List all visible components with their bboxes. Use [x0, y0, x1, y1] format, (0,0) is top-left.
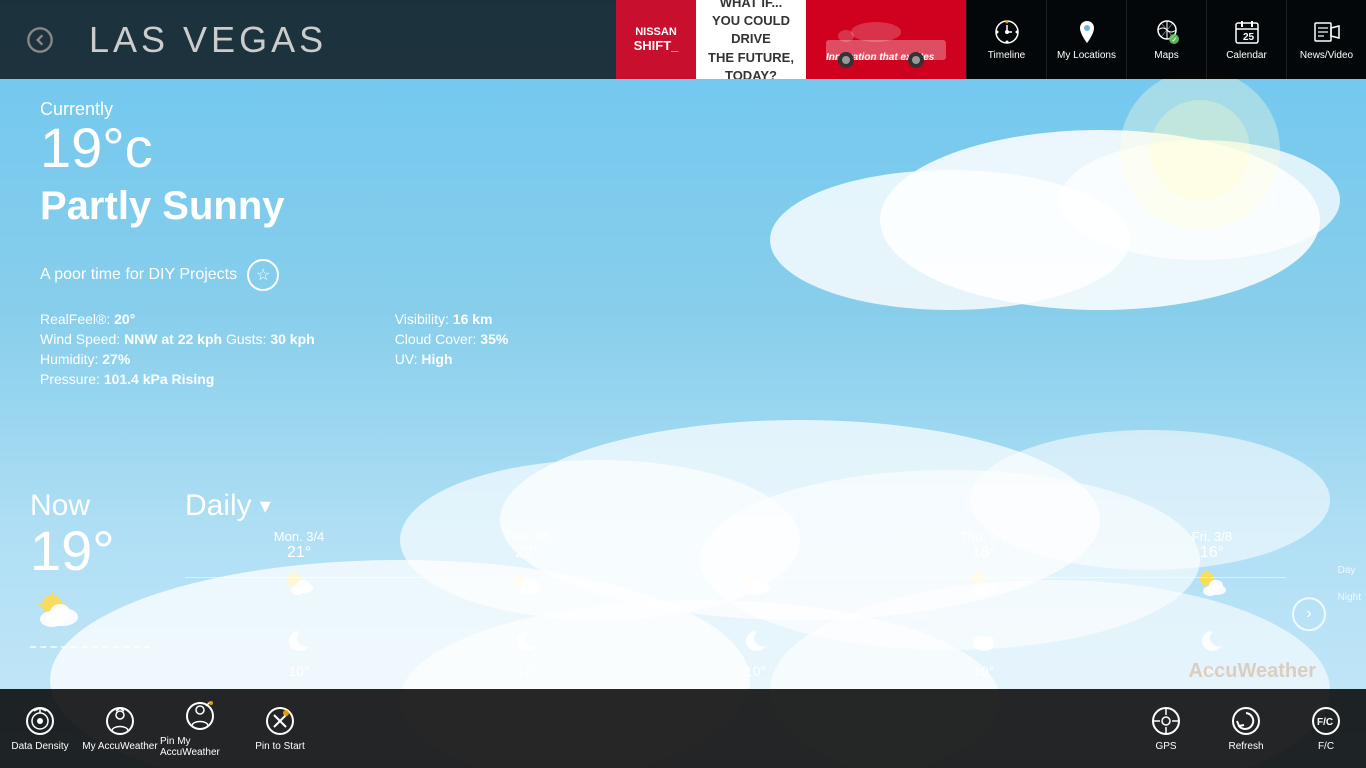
nav-calendar[interactable]: 25 Calendar: [1206, 0, 1286, 79]
ad-car-image: Innovation that excites: [806, 0, 966, 79]
ad-headline: WHAT IF...YOU COULD DRIVETHE FUTURE, TOD…: [704, 0, 798, 79]
units-label: F/C: [1318, 741, 1334, 752]
uv-label: UV:: [395, 351, 418, 367]
city-title: Las Vegas: [79, 19, 616, 61]
humidity-label: Humidity:: [40, 351, 98, 367]
main-content: Currently 19°c Partly Sunny A poor time …: [0, 79, 1366, 689]
svg-text:25: 25: [1243, 32, 1255, 43]
svg-text:F/C: F/C: [1317, 717, 1333, 728]
toolbar-left: Data Density My AccuWeather Pin My AccuW…: [0, 689, 320, 768]
visibility-label: Visibility:: [395, 311, 449, 327]
back-button[interactable]: [0, 0, 79, 79]
realfeel-value: 20°: [114, 311, 135, 327]
pressure-row: Pressure: 101.4 kPa Rising: [40, 371, 315, 387]
nav-timeline[interactable]: Timeline: [966, 0, 1046, 79]
gps-button[interactable]: GPS: [1126, 689, 1206, 768]
pin-start-button[interactable]: Pin to Start: [240, 689, 320, 768]
uv-value: High: [421, 351, 452, 367]
pressure-label: Pressure:: [40, 371, 100, 387]
nav-news[interactable]: News/Video: [1286, 0, 1366, 79]
nav-icons: Timeline My Locations ✓ Maps: [966, 0, 1366, 79]
humidity-row: Humidity: 27%: [40, 351, 315, 367]
wind-label: Wind Speed:: [40, 331, 120, 347]
pin-start-label: Pin to Start: [255, 741, 304, 752]
wind-value: NNW at 22 kph: [124, 331, 222, 347]
cloud-value: 35%: [480, 331, 508, 347]
cloud-label: Cloud Cover:: [395, 331, 477, 347]
toolbar-right: GPS Refresh F/C F/C: [1126, 689, 1366, 768]
activity-row: A poor time for DIY Projects ☆: [40, 259, 1326, 291]
pin-my-label: Pin My AccuWeather: [160, 736, 240, 758]
nav-locations[interactable]: My Locations: [1046, 0, 1126, 79]
current-condition: Partly Sunny: [40, 184, 1326, 229]
ad-logo: NISSAN SHIFT_: [616, 0, 696, 79]
weather-details: RealFeel®: 20° Wind Speed: NNW at 22 kph…: [40, 311, 1326, 387]
accu-watermark: AccuWeather: [1189, 660, 1316, 683]
ad-content: WHAT IF...YOU COULD DRIVETHE FUTURE, TOD…: [696, 0, 806, 79]
my-accuweather-button[interactable]: My AccuWeather: [80, 689, 160, 768]
nav-maps[interactable]: ✓ Maps: [1126, 0, 1206, 79]
nav-locations-label: My Locations: [1057, 50, 1116, 61]
favorite-button[interactable]: ☆: [247, 259, 279, 291]
current-temperature: 19°c: [40, 120, 1326, 176]
gusts-label: Gusts:: [226, 331, 266, 347]
pin-my-button[interactable]: Pin My AccuWeather: [160, 689, 240, 768]
visibility-value: 16 km: [453, 311, 493, 327]
visibility-row: Visibility: 16 km: [395, 311, 509, 327]
ad-logo-text: NISSAN SHIFT_: [630, 22, 683, 57]
softpedia-watermark: SOFTPEDIA: [634, 667, 731, 683]
cloud-row: Cloud Cover: 35%: [395, 331, 509, 347]
bottom-toolbar: Data Density My AccuWeather Pin My AccuW…: [0, 689, 1366, 768]
activity-text: A poor time for DIY Projects: [40, 266, 237, 284]
humidity-value: 27%: [102, 351, 130, 367]
weather-col-right: Visibility: 16 km Cloud Cover: 35% UV: H…: [395, 311, 509, 387]
weather-col-left: RealFeel®: 20° Wind Speed: NNW at 22 kph…: [40, 311, 315, 387]
top-nav: Las Vegas NISSAN SHIFT_ WHAT IF...YOU CO…: [0, 0, 1366, 79]
nav-timeline-label: Timeline: [988, 50, 1025, 61]
svg-text:✓: ✓: [1171, 37, 1177, 44]
gusts-value: 30 kph: [270, 331, 314, 347]
nav-maps-label: Maps: [1154, 50, 1178, 61]
ad-banner: NISSAN SHIFT_ WHAT IF...YOU COULD DRIVET…: [616, 0, 966, 79]
nav-news-label: News/Video: [1300, 50, 1353, 61]
pressure-value: 101.4 kPa Rising: [104, 371, 215, 387]
realfeel-row: RealFeel®: 20°: [40, 311, 315, 327]
data-density-label: Data Density: [11, 741, 68, 752]
gps-label: GPS: [1155, 741, 1176, 752]
realfeel-label: RealFeel®:: [40, 311, 110, 327]
refresh-label: Refresh: [1228, 741, 1263, 752]
my-accuweather-label: My AccuWeather: [82, 741, 157, 752]
units-button[interactable]: F/C F/C: [1286, 689, 1366, 768]
wind-row: Wind Speed: NNW at 22 kph Gusts: 30 kph: [40, 331, 315, 347]
data-density-button[interactable]: Data Density: [0, 689, 80, 768]
refresh-button[interactable]: Refresh: [1206, 689, 1286, 768]
uv-row: UV: High: [395, 351, 509, 367]
nav-calendar-label: Calendar: [1226, 50, 1267, 61]
